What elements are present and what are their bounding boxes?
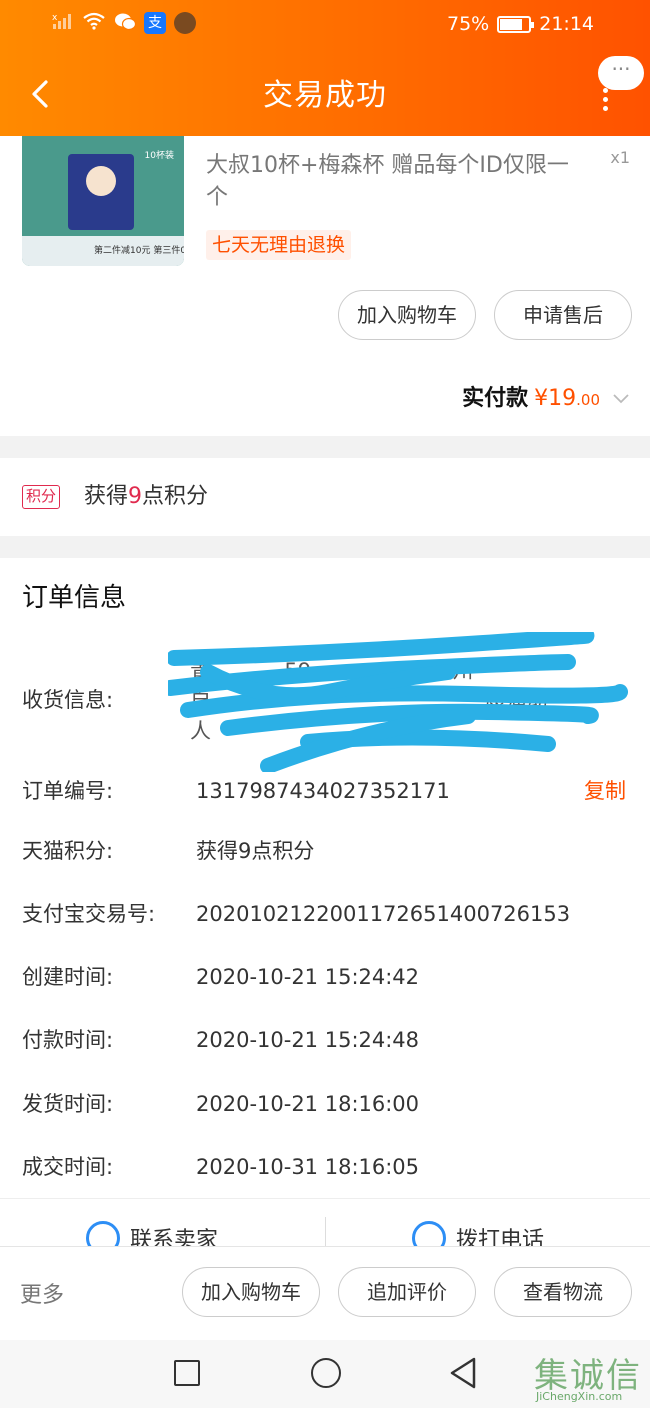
watermark-sub: JiChengXin.com	[536, 1390, 623, 1403]
completed-time-value: 2020-10-31 18:16:05	[196, 1155, 420, 1179]
points-tag: 积分	[22, 485, 61, 509]
address-label: 收货信息:	[22, 688, 114, 712]
product-quantity: x1	[610, 148, 630, 167]
shipped-time-label: 发货时间:	[22, 1092, 114, 1116]
product-title[interactable]: 大叔10杯+梅森杯 赠品每个ID仅限一个	[206, 150, 586, 214]
call-phone-button[interactable]: 拨打电话	[412, 1221, 544, 1246]
system-nav-bar: 集诚信 JiChengXin.com	[0, 1340, 650, 1408]
battery-percent: 75%	[447, 13, 490, 35]
return-policy-badge: 七天无理由退换	[206, 230, 352, 260]
view-logistics-button[interactable]: 查看物流	[494, 1267, 632, 1317]
points-text: 获得9点积分	[84, 484, 209, 509]
add-to-cart-button[interactable]: 加入购物车	[338, 290, 476, 340]
svg-text:x: x	[52, 13, 58, 23]
after-sales-button[interactable]: 申请售后	[494, 290, 632, 340]
chat-bubble-icon	[86, 1221, 120, 1246]
product-card: 10杯装 第二件减10元 第三件0元 大叔10杯+梅森杯 赠品每个ID仅限一个 …	[0, 136, 650, 436]
product-thumbnail[interactable]: 10杯装 第二件减10元 第三件0元	[22, 136, 184, 266]
phone-icon	[412, 1221, 446, 1246]
status-icons-right: 75% 21:14	[447, 13, 594, 35]
app-header: x 支 75% 21:14 交易成功 ···	[0, 0, 650, 136]
paid-time-value: 2020-10-21 15:24:48	[196, 1028, 420, 1052]
paid-amount-row[interactable]: 实付款 ¥19.00	[462, 380, 630, 412]
wifi-icon	[82, 12, 106, 34]
avatar-icon	[174, 12, 196, 34]
alipay-trade-value: 2020102122001172651400726153	[196, 902, 571, 926]
alipay-icon: 支	[144, 12, 166, 34]
thumbnail-promo: 第二件减10元 第三件0元	[94, 246, 184, 256]
points-card: 积分 获得9点积分	[0, 458, 650, 536]
clock: 21:14	[539, 13, 594, 35]
bottom-action-bar: 更多 加入购物车 追加评价 查看物流	[0, 1246, 650, 1340]
watermark-logo: 集诚信 JiChengXin.com	[534, 1348, 646, 1404]
kebab-menu-icon[interactable]	[600, 88, 610, 114]
points-amount: 9	[128, 484, 143, 509]
status-icons-left: x 支	[52, 12, 196, 34]
mascot-face	[86, 166, 116, 196]
order-info-card: 订单信息 收货信息: 青 59 北 州 自 康涌动 人 订单编号: 131798…	[0, 558, 650, 1246]
call-phone-label: 拨打电话	[456, 1228, 545, 1246]
page-title: 交易成功	[263, 78, 387, 113]
thumbnail-tag: 10杯装	[144, 151, 174, 161]
created-time-value: 2020-10-21 15:24:42	[196, 965, 420, 989]
product-package-image	[68, 154, 134, 230]
nav-back-icon[interactable]	[448, 1356, 478, 1390]
status-bar: x 支 75% 21:14	[0, 0, 650, 52]
created-time-label: 创建时间:	[22, 965, 114, 989]
order-number-label: 订单编号:	[22, 779, 114, 803]
contact-bar: 联系卖家 拨打电话	[0, 1198, 650, 1246]
wechat-icon	[114, 12, 137, 34]
signal-icon: x	[52, 12, 74, 34]
more-bubble-button[interactable]: ···	[598, 56, 644, 90]
home-icon[interactable]	[311, 1358, 341, 1388]
tmall-points-value: 获得9点积分	[196, 839, 315, 863]
contact-seller-label: 联系卖家	[130, 1228, 219, 1246]
address-block: 青 59 北 州 自 康涌动 人	[168, 632, 628, 772]
redaction-scribble	[168, 632, 628, 772]
more-button[interactable]: 更多	[20, 1277, 64, 1309]
contact-divider	[325, 1217, 326, 1246]
paid-time-label: 付款时间:	[22, 1028, 114, 1052]
tmall-points-label: 天猫积分:	[22, 839, 114, 863]
recents-icon[interactable]	[174, 1360, 200, 1386]
battery-icon	[497, 15, 535, 33]
alipay-trade-label: 支付宝交易号:	[22, 902, 156, 926]
order-number-value: 1317987434027352171	[196, 779, 450, 803]
order-info-title: 订单信息	[22, 583, 127, 613]
paid-price: ¥19.00	[534, 386, 600, 411]
paid-label: 实付款	[462, 386, 529, 411]
chevron-down-icon	[612, 389, 630, 410]
shipped-time-value: 2020-10-21 18:16:00	[196, 1092, 420, 1116]
add-review-button[interactable]: 追加评价	[338, 1267, 476, 1317]
add-to-cart-bottom-button[interactable]: 加入购物车	[182, 1267, 320, 1317]
copy-order-number-button[interactable]: 复制	[584, 776, 626, 806]
contact-seller-button[interactable]: 联系卖家	[86, 1221, 218, 1246]
completed-time-label: 成交时间:	[22, 1155, 114, 1179]
